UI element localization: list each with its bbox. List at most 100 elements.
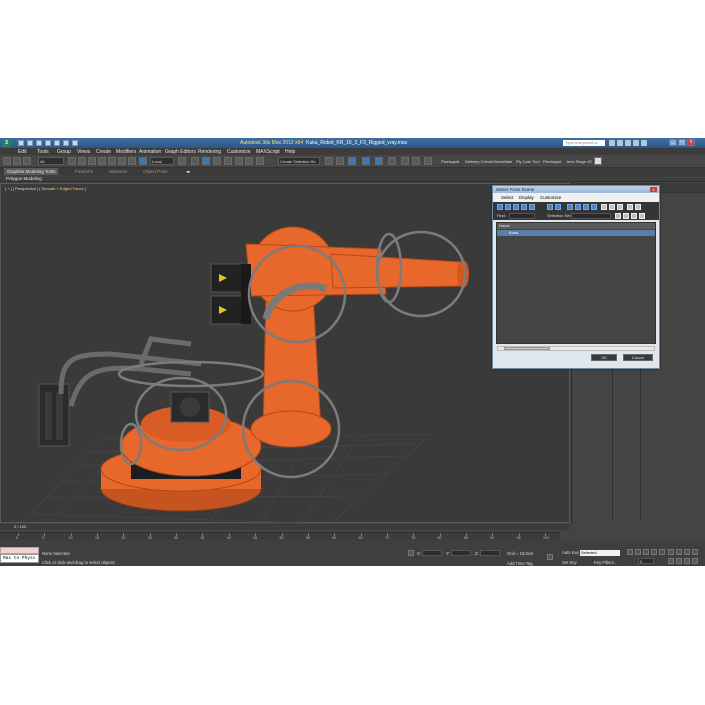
- select-object-icon[interactable]: [68, 157, 76, 165]
- display-lights-icon[interactable]: [513, 204, 519, 210]
- display-containers-icon[interactable]: [583, 204, 589, 210]
- scale-icon[interactable]: [128, 157, 136, 165]
- plugin-pixelsquid-1[interactable]: Pixelsquid: [441, 159, 459, 164]
- tab-graphite-modeling-tools[interactable]: Graphite Modeling Tools: [4, 168, 59, 175]
- ok-button[interactable]: OK: [591, 354, 617, 361]
- ribbon-minimize-icon[interactable]: ◂▸: [183, 168, 194, 175]
- communication-icon[interactable]: [625, 140, 631, 146]
- selected-dropdown[interactable]: Selected: [580, 550, 620, 556]
- graphite-toggle-icon[interactable]: [348, 157, 356, 165]
- align-icon[interactable]: [256, 157, 264, 165]
- subscription-icon[interactable]: [617, 140, 623, 146]
- plugin-ply-cam-tool[interactable]: Ply Cam Tool: [516, 159, 540, 164]
- maximize-viewport-icon[interactable]: [692, 558, 698, 564]
- rendered-frame-icon[interactable]: [412, 157, 420, 165]
- schematic-view-icon[interactable]: [375, 157, 383, 165]
- close-button[interactable]: x: [687, 139, 695, 146]
- display-spacewarps-icon[interactable]: [547, 204, 553, 210]
- dialog-close-button[interactable]: x: [650, 187, 657, 192]
- y-coordinate-field[interactable]: [451, 550, 471, 556]
- maximize-button[interactable]: □: [678, 139, 686, 146]
- display-shapes-icon[interactable]: [505, 204, 511, 210]
- dialog-menu-select[interactable]: Select: [501, 195, 514, 200]
- display-bones-icon[interactable]: [575, 204, 581, 210]
- find-option-icon-3[interactable]: [631, 213, 637, 219]
- orbit-icon[interactable]: [684, 558, 690, 564]
- maxscript-listener-input[interactable]: Max to Physc: [0, 554, 39, 563]
- field-of-view-icon[interactable]: [668, 558, 674, 564]
- find-option-icon-1[interactable]: [615, 213, 621, 219]
- display-all-icon[interactable]: [601, 204, 607, 210]
- time-slider[interactable]: 0 / 100: [0, 524, 570, 530]
- material-editor-icon[interactable]: [388, 157, 396, 165]
- list-item[interactable]: Kuka: [497, 230, 655, 236]
- open-file-icon[interactable]: [27, 140, 33, 146]
- window-crossing-icon[interactable]: [98, 157, 106, 165]
- play-icon[interactable]: [643, 549, 649, 555]
- mirror-icon[interactable]: [245, 157, 253, 165]
- scene-object-list[interactable]: Name Kuka: [496, 222, 656, 344]
- scene-explorer-icon[interactable]: [325, 157, 333, 165]
- tab-freeform[interactable]: Freeform: [72, 168, 96, 175]
- find-option-icon-4[interactable]: [639, 213, 645, 219]
- current-frame-field[interactable]: 0: [638, 558, 654, 564]
- angle-snap-icon[interactable]: [202, 157, 210, 165]
- goto-end-icon[interactable]: [659, 549, 665, 555]
- time-slider-label[interactable]: 0 / 100: [14, 524, 26, 529]
- z-coordinate-field[interactable]: [480, 550, 500, 556]
- render-setup-icon[interactable]: [401, 157, 409, 165]
- unlink-icon[interactable]: [13, 157, 21, 165]
- snaps-toggle-icon[interactable]: [191, 157, 199, 165]
- previous-frame-icon[interactable]: [635, 549, 641, 555]
- maxscript-listener-top[interactable]: [0, 547, 39, 554]
- plugin-checkmate[interactable]: CheckMate: [492, 159, 512, 164]
- selection-filter-dropdown[interactable]: All: [38, 157, 64, 165]
- select-link-icon[interactable]: [3, 157, 11, 165]
- tab-selection[interactable]: Selection: [106, 168, 131, 175]
- move-icon[interactable]: [108, 157, 116, 165]
- search-input[interactable]: Type a keyword or phrase: [563, 140, 605, 151]
- pan-icon[interactable]: [676, 558, 682, 564]
- display-invert-icon[interactable]: [617, 204, 623, 210]
- plugin-lens-stage[interactable]: lens Stage vS: [567, 159, 592, 164]
- track-bar[interactable]: 0 5 10 15 20 25 30 35 40 45 50 55 60 65 70 75 80 85 90 95 10…: [0, 532, 560, 540]
- display-none-icon[interactable]: [609, 204, 615, 210]
- render-production-icon[interactable]: [424, 157, 432, 165]
- curve-editor-icon[interactable]: [362, 157, 370, 165]
- edit-named-selection-icon[interactable]: [235, 157, 243, 165]
- key-mode-icon[interactable]: [547, 554, 553, 560]
- sync-selection-icon[interactable]: [627, 204, 633, 210]
- zoom-extents-icon[interactable]: [684, 549, 690, 555]
- display-helpers-icon[interactable]: [529, 204, 535, 210]
- hold-icon[interactable]: [63, 140, 69, 146]
- display-cameras-icon[interactable]: [521, 204, 527, 210]
- plugin-delivery-check[interactable]: Delivery Check: [465, 159, 492, 164]
- display-groups-icon[interactable]: [555, 204, 561, 210]
- redo-icon[interactable]: [54, 140, 60, 146]
- ribbon-panel-label[interactable]: Polygon Modeling: [6, 176, 42, 181]
- bind-spacewarp-icon[interactable]: [23, 157, 31, 165]
- goto-start-icon[interactable]: [627, 549, 633, 555]
- rotate-icon[interactable]: [118, 157, 126, 165]
- zoom-all-icon[interactable]: [676, 549, 682, 555]
- select-dependents-icon[interactable]: [635, 204, 641, 210]
- next-frame-icon[interactable]: [651, 549, 657, 555]
- key-filters-button[interactable]: Key Filters...: [594, 560, 617, 565]
- horizontal-scrollbar[interactable]: [497, 346, 655, 351]
- app-logo-icon[interactable]: 3: [2, 139, 11, 147]
- save-file-icon[interactable]: [36, 140, 42, 146]
- find-option-icon-2[interactable]: [623, 213, 629, 219]
- dialog-menu-display[interactable]: Display: [519, 195, 534, 200]
- reference-coord-dropdown[interactable]: Local: [150, 157, 174, 165]
- selection-region-icon[interactable]: [88, 157, 96, 165]
- list-column-name[interactable]: Name: [497, 223, 655, 229]
- scrollbar-thumb[interactable]: [504, 347, 550, 350]
- display-geometry-icon[interactable]: [497, 204, 503, 210]
- percent-snap-icon[interactable]: [213, 157, 221, 165]
- auto-key-button[interactable]: Auto Key: [562, 550, 579, 555]
- favorites-icon[interactable]: [633, 140, 639, 146]
- named-selection-sets-dropdown[interactable]: Create Selection Se: [278, 157, 320, 165]
- zoom-icon[interactable]: [668, 549, 674, 555]
- fetch-icon[interactable]: [72, 140, 78, 146]
- help-icon[interactable]: [641, 140, 647, 146]
